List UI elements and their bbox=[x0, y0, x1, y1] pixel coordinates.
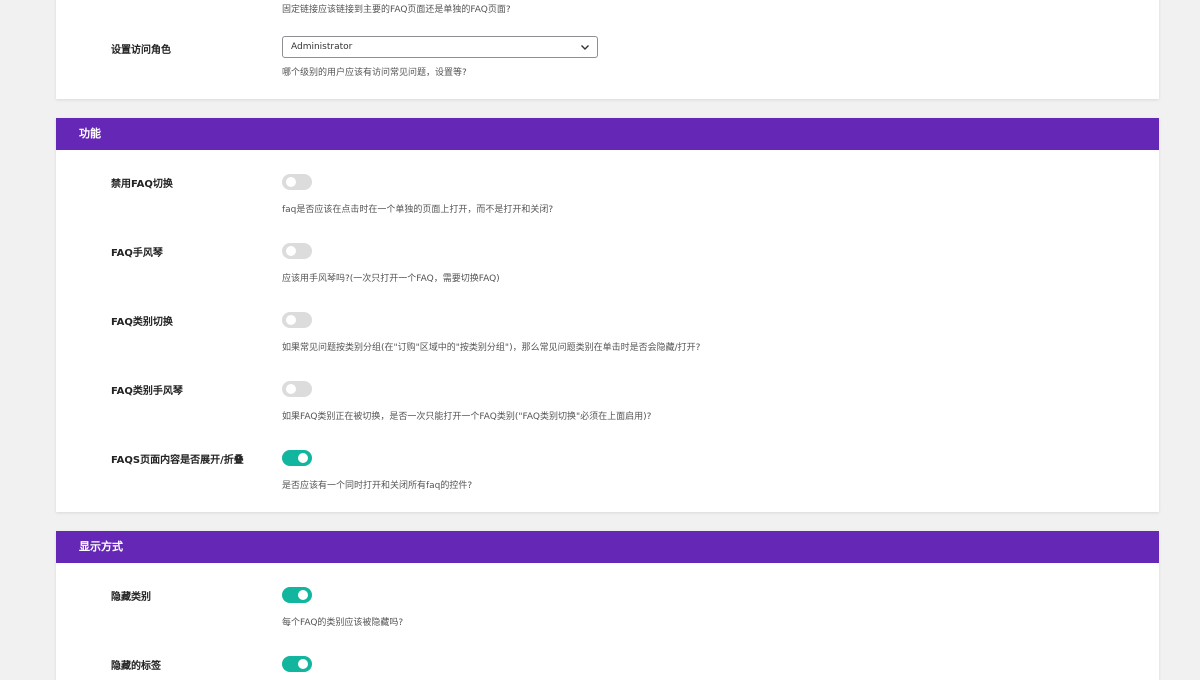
setting-description: 是否应该有一个同时打开和关闭所有faq的控件? bbox=[282, 481, 473, 491]
setting-label: 隐藏类别 bbox=[111, 592, 151, 603]
setting-label: FAQ手风琴 bbox=[111, 248, 163, 259]
toggle-knob bbox=[286, 315, 296, 325]
admin-sidebar-edge bbox=[0, 0, 18, 680]
expand-collapse-all-toggle-switch[interactable] bbox=[282, 450, 312, 466]
hide-tags-toggle-switch[interactable] bbox=[282, 656, 312, 672]
permalink-description: 固定链接应该链接到主要的FAQ页面还是单独的FAQ页面? bbox=[282, 5, 511, 15]
setting-label: FAQS页面内容是否展开/折叠 bbox=[111, 455, 244, 466]
features-panel: 功能 禁用FAQ切换 faq是否应该在点击时在一个单独的页面上打开，而不是打开和… bbox=[56, 118, 1159, 512]
access-role-selected-value: Administrator bbox=[291, 42, 353, 52]
setting-description: faq是否应该在点击时在一个单独的页面上打开，而不是打开和关闭? bbox=[282, 205, 554, 215]
access-role-select[interactable]: Administrator bbox=[282, 36, 598, 58]
setting-description: 每个FAQ的类别应该被隐藏吗? bbox=[282, 618, 404, 628]
faq-category-toggle-switch[interactable] bbox=[282, 312, 312, 328]
disable-faq-toggle-switch[interactable] bbox=[282, 174, 312, 190]
setting-label: 隐藏的标签 bbox=[111, 661, 161, 672]
faq-accordion-toggle-switch[interactable] bbox=[282, 243, 312, 259]
access-role-label: 设置访问角色 bbox=[111, 45, 171, 56]
features-section-title: 功能 bbox=[56, 118, 1159, 150]
access-settings-panel: 固定链接应该链接到主要的FAQ页面还是单独的FAQ页面? 设置访问角色 Admi… bbox=[56, 0, 1159, 99]
toggle-knob bbox=[298, 590, 308, 600]
setting-label: FAQ类别手风琴 bbox=[111, 386, 183, 397]
display-section-title: 显示方式 bbox=[56, 531, 1159, 563]
hide-categories-toggle-switch[interactable] bbox=[282, 587, 312, 603]
setting-label: 禁用FAQ切换 bbox=[111, 179, 173, 190]
faq-category-accordion-toggle-switch[interactable] bbox=[282, 381, 312, 397]
toggle-knob bbox=[286, 246, 296, 256]
settings-page: 固定链接应该链接到主要的FAQ页面还是单独的FAQ页面? 设置访问角色 Admi… bbox=[0, 0, 1200, 680]
chevron-down-icon bbox=[581, 45, 589, 50]
setting-description: 如果FAQ类别正在被切换，是否一次只能打开一个FAQ类别("FAQ类别切换"必须… bbox=[282, 412, 652, 422]
setting-description: 应该用手风琴吗?(一次只打开一个FAQ，需要切换FAQ) bbox=[282, 274, 500, 284]
access-role-description: 哪个级别的用户应该有访问常见问题，设置等? bbox=[282, 68, 467, 78]
toggle-knob bbox=[298, 453, 308, 463]
toggle-knob bbox=[286, 177, 296, 187]
display-panel: 显示方式 隐藏类别 每个FAQ的类别应该被隐藏吗? 隐藏的标签 bbox=[56, 531, 1159, 680]
setting-description: 如果常见问题按类别分组(在"订购"区域中的"按类别分组")，那么常见问题类别在单… bbox=[282, 343, 701, 353]
setting-label: FAQ类别切换 bbox=[111, 317, 173, 328]
toggle-knob bbox=[286, 384, 296, 394]
toggle-knob bbox=[298, 659, 308, 669]
